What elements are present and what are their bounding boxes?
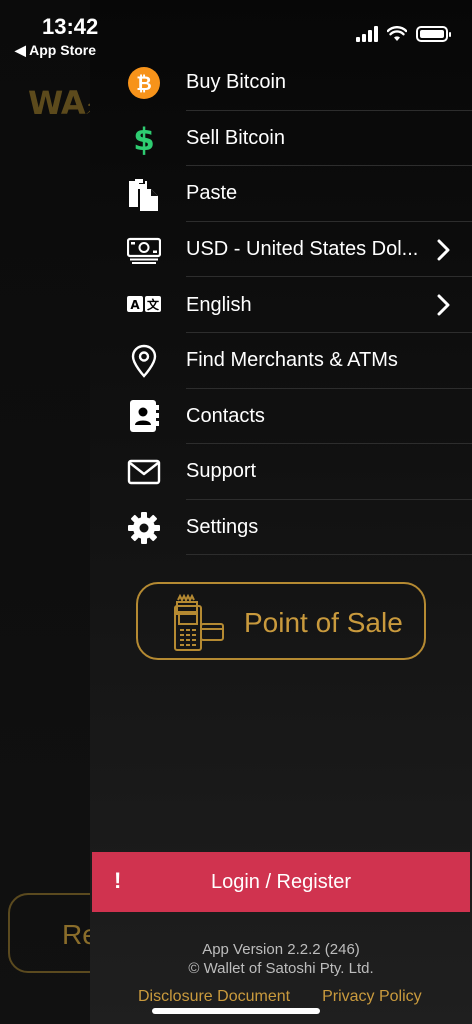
menu-item-label: Paste [186,182,238,205]
svg-text:₿: ₿ [136,73,151,95]
menu-item-sell-bitcoin[interactable]: $ Sell Bitcoin [90,111,472,167]
menu-item-label: Find Merchants & ATMs [186,349,398,372]
home-indicator [152,1008,320,1014]
privacy-policy-link[interactable]: Privacy Policy [322,988,422,1006]
menu-item-contacts[interactable]: Contacts [90,389,472,445]
side-drawer: ₿ Buy Bitcoin $ Sell Bitcoin Paste USD -… [90,0,472,1024]
wifi-icon [387,26,407,41]
menu-item-settings[interactable]: Settings [90,500,472,556]
status-time: 13:42 [42,14,99,39]
footer-links: Disclosure Document Privacy Policy [138,988,422,1006]
copyright: © Wallet of Satoshi Pty. Ltd. [188,960,374,977]
signal-icon [356,26,378,42]
banknote-icon [126,232,162,268]
app-version-info: App Version 2.2.2 (246) © Wallet of Sato… [90,940,472,978]
pos-terminal-icon [174,594,224,651]
point-of-sale-label: Point of Sale [244,607,403,638]
gear-icon [126,510,162,546]
translate-icon: A 文 [126,287,162,323]
battery-icon [416,26,451,42]
menu-item-label: Sell Bitcoin [186,126,285,149]
menu-item-support[interactable]: Support [90,444,472,500]
divider [186,554,472,556]
app-version: App Version 2.2.2 (246) [202,941,360,958]
menu-item-paste[interactable]: Paste [90,166,472,222]
location-pin-icon [126,343,162,379]
menu-item-find-merchants[interactable]: Find Merchants & ATMs [90,333,472,389]
menu-item-currency[interactable]: USD - United States Dol... [90,222,472,278]
alert-icon: ! [114,868,122,893]
dollar-icon: $ [126,120,162,156]
back-to-app-store[interactable]: ◀ App Store [15,42,96,59]
menu-item-label: English [186,293,252,316]
menu-item-label: Buy Bitcoin [186,71,287,94]
bitcoin-icon: ₿ [126,65,162,101]
menu-item-label: Support [186,460,257,483]
svg-text:$: $ [133,122,155,155]
menu-item-label: Settings [186,516,259,539]
point-of-sale-button[interactable]: Point of Sale [136,582,426,660]
login-register-button[interactable]: ! Login / Register [92,852,470,912]
svg-text:文: 文 [147,297,160,312]
disclosure-document-link[interactable]: Disclosure Document [138,988,290,1006]
menu-item-label: Contacts [186,404,265,427]
drawer-menu: ₿ Buy Bitcoin $ Sell Bitcoin Paste USD -… [90,55,472,556]
menu-item-language[interactable]: A 文 English [90,277,472,333]
mail-icon [126,454,162,490]
clipboard-icon [126,176,162,212]
chevron-right-icon [437,294,450,316]
app-logo: WA⚡ [28,84,100,122]
contacts-icon [126,398,162,434]
menu-item-label: USD - United States Dol... [186,238,419,261]
svg-text:A: A [130,298,140,312]
status-icons [356,26,451,42]
menu-item-buy-bitcoin[interactable]: ₿ Buy Bitcoin [90,55,472,111]
chevron-right-icon [437,239,450,261]
login-register-label: Login / Register [210,870,352,893]
